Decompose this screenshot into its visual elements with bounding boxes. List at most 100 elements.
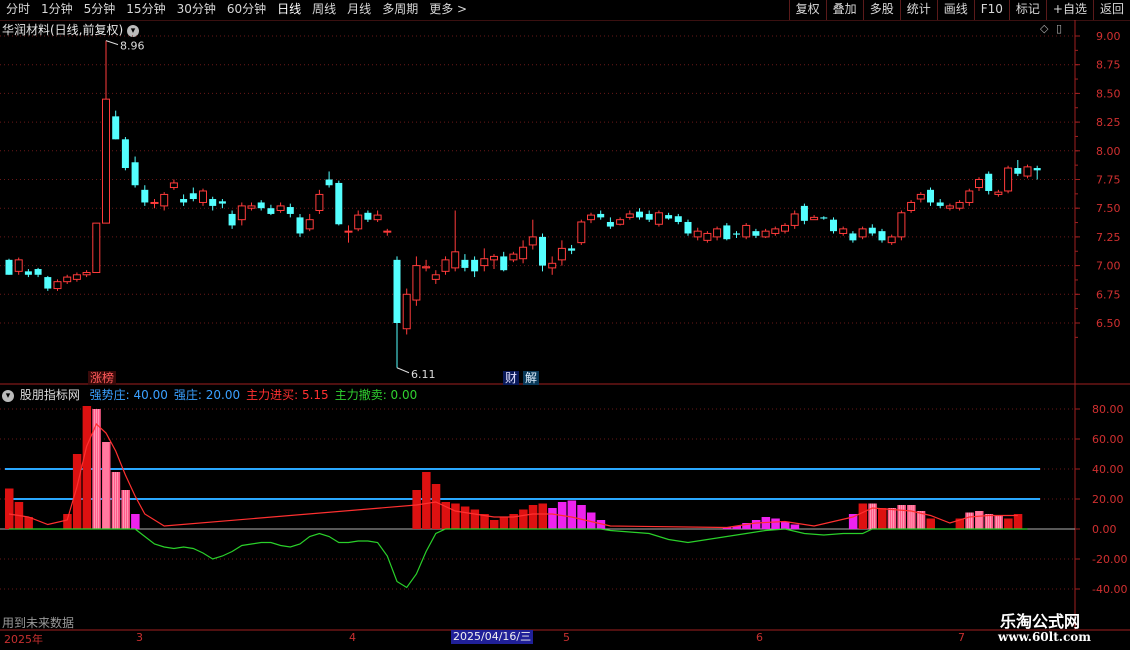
- future-data-note: 用到未来数据: [2, 616, 75, 630]
- high-marker-line: [105, 40, 119, 46]
- candle-body-up: [247, 205, 256, 209]
- candle-body-down: [471, 259, 479, 272]
- x-label-month-7: 7: [958, 631, 965, 644]
- indicator-tick-label: -40.00: [1092, 583, 1127, 596]
- candle-body-up: [703, 232, 712, 241]
- candle-body-down: [393, 259, 401, 323]
- indicator-bar: [63, 514, 72, 529]
- candle-body-down: [665, 215, 673, 219]
- candle-body-up: [528, 236, 537, 246]
- crosshair-date: 2025/04/16/三: [451, 630, 534, 644]
- indicator-bar: [131, 514, 140, 529]
- main-sell-line: [9, 528, 1028, 589]
- indicator-value-1: 强庄: 20.00: [173, 388, 241, 402]
- indicator-tick-label: 40.00: [1092, 463, 1124, 476]
- candle-body-up: [945, 205, 954, 209]
- candle-body-down: [927, 189, 934, 203]
- price-tick-label: 8.75: [1096, 59, 1121, 72]
- indicator-bar: [548, 508, 557, 529]
- indicator-tick-label: 60.00: [1092, 433, 1124, 446]
- candle-body-down: [296, 217, 304, 234]
- indicator-bar: [1013, 514, 1023, 529]
- price-tick-label: 9.00: [1096, 30, 1121, 43]
- candle-body-up: [490, 255, 498, 261]
- candle-body-up: [693, 230, 702, 238]
- indicator-value-3: 主力撤卖: 0.00: [334, 388, 418, 402]
- indicator-value-0: 强势庄: 40.00: [89, 388, 168, 402]
- candle-body-up: [72, 274, 81, 280]
- watermark-url: www.60lt.com: [998, 630, 1091, 644]
- candle-body-down: [131, 162, 139, 186]
- candle-body-up: [102, 98, 110, 224]
- candle-body-down: [878, 231, 886, 241]
- indicator-bar: [460, 506, 470, 529]
- kline-chart[interactable]: 9.00 8.75 8.50 8.25 8.00 7.75 7.50 7.25 7.00 6.75…: [0, 0, 1130, 650]
- candle-body-down: [606, 221, 614, 227]
- price-tick-label: 7.25: [1096, 231, 1121, 244]
- candle-body-down: [364, 212, 372, 220]
- indicator-bar: [781, 521, 790, 529]
- x-label-month-4: 4: [349, 631, 356, 644]
- chart-frames: [0, 20, 1130, 631]
- indicator-tick-label: 20.00: [1092, 493, 1124, 506]
- price-tick-label: 6.50: [1096, 317, 1121, 330]
- y-axes: 9.00 8.75 8.50 8.25 8.00 7.75 7.50 7.25 7.00 6.75…: [1075, 30, 1127, 596]
- candle-body-up: [616, 219, 625, 225]
- candle-body-up: [887, 236, 896, 244]
- candle-body-up: [771, 228, 780, 234]
- x-label-month-6: 6: [756, 631, 763, 644]
- candle-body-down: [1014, 168, 1022, 174]
- candle-body-up: [713, 228, 722, 238]
- x-label-year: 2025年: [4, 633, 43, 646]
- candle-body-up: [199, 190, 207, 203]
- finance-badge[interactable]: 财: [503, 371, 520, 385]
- indicator-bar: [858, 503, 868, 529]
- indicator-bar: [771, 518, 780, 529]
- candle-body-down: [189, 193, 197, 200]
- candle-body-down: [335, 182, 343, 225]
- candle-body-up: [1004, 167, 1013, 192]
- candle-body-up: [965, 190, 974, 203]
- candle-body-down: [539, 236, 546, 266]
- candle-body-up: [82, 271, 91, 276]
- candle-body-up: [451, 251, 460, 269]
- candle-body-up: [373, 214, 382, 221]
- indicator-series: [5, 406, 1040, 589]
- indicator-name[interactable]: 股朋指标网: [20, 388, 80, 402]
- candle-body-down: [733, 233, 740, 235]
- indicator-bar: [72, 454, 82, 529]
- price-tick-label: 7.75: [1096, 174, 1121, 187]
- indicator-bar: [451, 503, 460, 529]
- indicator-tick-label: 80.00: [1092, 403, 1124, 416]
- candle-body-up: [742, 224, 751, 238]
- candle-body-down: [597, 213, 605, 218]
- candle-body-down: [820, 217, 828, 219]
- candle-body-up: [577, 221, 586, 244]
- candle-body-down: [568, 248, 576, 251]
- indicator-bar: [1004, 518, 1013, 529]
- candle-body-down: [141, 189, 149, 203]
- candle-body-down: [24, 271, 32, 275]
- indicator-bar: [751, 520, 761, 529]
- high-marker-label: 8.96: [120, 40, 145, 53]
- unlock-badge[interactable]: 解: [523, 371, 540, 385]
- indicator-bar: [490, 520, 499, 529]
- indicator-title: ▾ 股朋指标网 强势庄: 40.00 强庄: 20.00 主力进买: 5.15 主力撤…: [2, 386, 429, 403]
- candle-body-up: [810, 216, 819, 221]
- candle-body-down: [985, 173, 993, 191]
- limit-up-badge[interactable]: 涨榜: [88, 371, 117, 385]
- candle-body-up: [402, 293, 411, 330]
- candle-body-up: [955, 201, 964, 209]
- watermark-logo: 乐淘公式网: [1000, 612, 1081, 631]
- indicator-bar: [577, 505, 586, 529]
- candle-body-down: [34, 269, 42, 275]
- x-label-month-3: 3: [136, 631, 143, 644]
- indicator-tick-label: -20.00: [1092, 553, 1127, 566]
- candle-body-up: [383, 230, 392, 233]
- chevron-down-icon[interactable]: ▾: [2, 389, 14, 402]
- indicator-bar: [519, 509, 528, 529]
- candle-body-up: [587, 214, 595, 221]
- candle-body-up: [907, 201, 916, 211]
- candle-body-up: [654, 212, 663, 225]
- candle-body-up: [509, 253, 518, 261]
